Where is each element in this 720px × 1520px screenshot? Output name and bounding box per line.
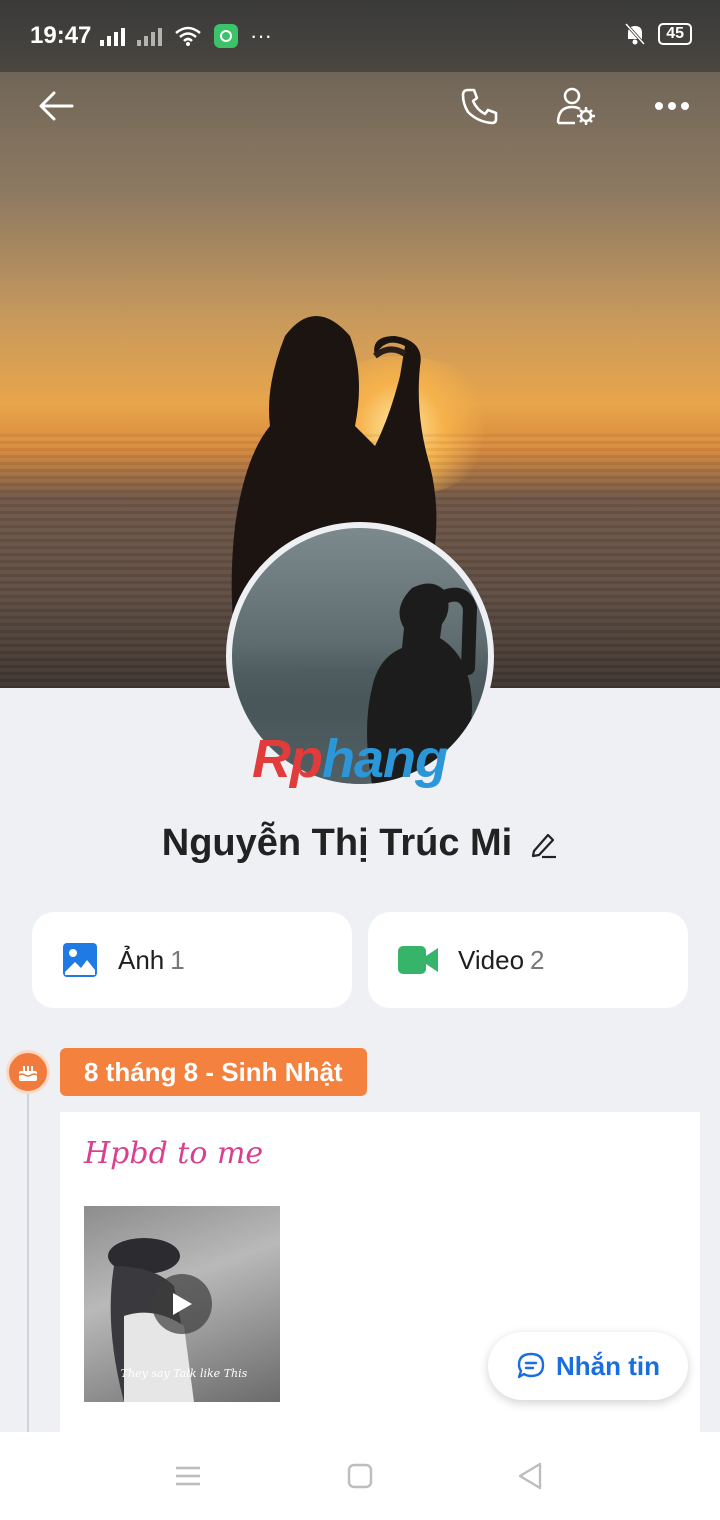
photos-label: Ảnh <box>118 944 165 975</box>
edit-pencil-icon[interactable] <box>528 829 558 859</box>
birthday-tag: 8 tháng 8 - Sinh Nhật <box>60 1048 367 1096</box>
wifi-icon <box>175 26 201 46</box>
back-button[interactable] <box>32 82 80 130</box>
play-button[interactable] <box>152 1274 212 1334</box>
app-notification-icon <box>214 24 238 48</box>
thumbnail-caption: They say Talk like This <box>120 1367 248 1380</box>
watermark-logo: Rphang <box>252 728 448 790</box>
profile-name: Nguyễn Thị Trúc Mi <box>161 822 513 864</box>
image-icon <box>63 943 97 977</box>
video-camera-icon <box>398 946 438 974</box>
status-time: 19:47 <box>30 22 92 49</box>
birthday-cake-icon <box>6 1050 50 1094</box>
battery-indicator: 45 <box>658 23 692 45</box>
chat-bubble-icon <box>517 1352 545 1379</box>
more-icon <box>655 102 689 110</box>
recent-apps-button[interactable] <box>172 1460 204 1492</box>
timeline-line <box>27 1094 29 1434</box>
triangle-back-icon <box>518 1462 542 1490</box>
phone-icon <box>461 88 498 125</box>
menu-icon <box>176 1466 200 1486</box>
photos-count: 1 <box>170 944 185 975</box>
back-nav-button[interactable] <box>514 1460 546 1492</box>
bell-muted-icon <box>625 22 646 46</box>
videos-count: 2 <box>530 944 545 975</box>
watermark-part-2: hang <box>321 729 448 789</box>
user-settings-icon <box>556 87 595 125</box>
signal-2-icon <box>137 26 162 46</box>
profile-name-row: Nguyễn Thị Trúc Mi <box>0 822 720 865</box>
signal-icon <box>100 26 125 46</box>
play-icon <box>173 1293 192 1315</box>
more-options-button[interactable] <box>648 82 696 130</box>
message-button[interactable]: Nhắn tin <box>488 1332 688 1400</box>
profile-top-nav <box>0 72 720 138</box>
call-button[interactable] <box>456 82 504 130</box>
profile-settings-button[interactable] <box>552 82 600 130</box>
status-left-icons: ··· <box>100 24 272 48</box>
videos-label: Video <box>458 944 525 975</box>
square-icon <box>347 1463 373 1489</box>
status-bar: 19:47 ··· 45 <box>0 0 720 72</box>
videos-card[interactable]: Video 2 <box>368 912 688 1008</box>
message-button-label: Nhắn tin <box>556 1350 660 1381</box>
video-thumbnail[interactable]: They say Talk like This <box>84 1206 280 1402</box>
more-notifications-icon: ··· <box>250 23 272 48</box>
photos-card[interactable]: Ảnh 1 <box>32 912 352 1008</box>
home-button[interactable] <box>344 1460 376 1492</box>
system-navigation-bar <box>0 1432 720 1520</box>
watermark-part-1: Rp <box>252 729 323 789</box>
post-caption: Hpbd to me <box>84 1136 264 1171</box>
status-right-icons: 45 <box>624 22 692 46</box>
back-arrow-icon <box>39 91 74 121</box>
